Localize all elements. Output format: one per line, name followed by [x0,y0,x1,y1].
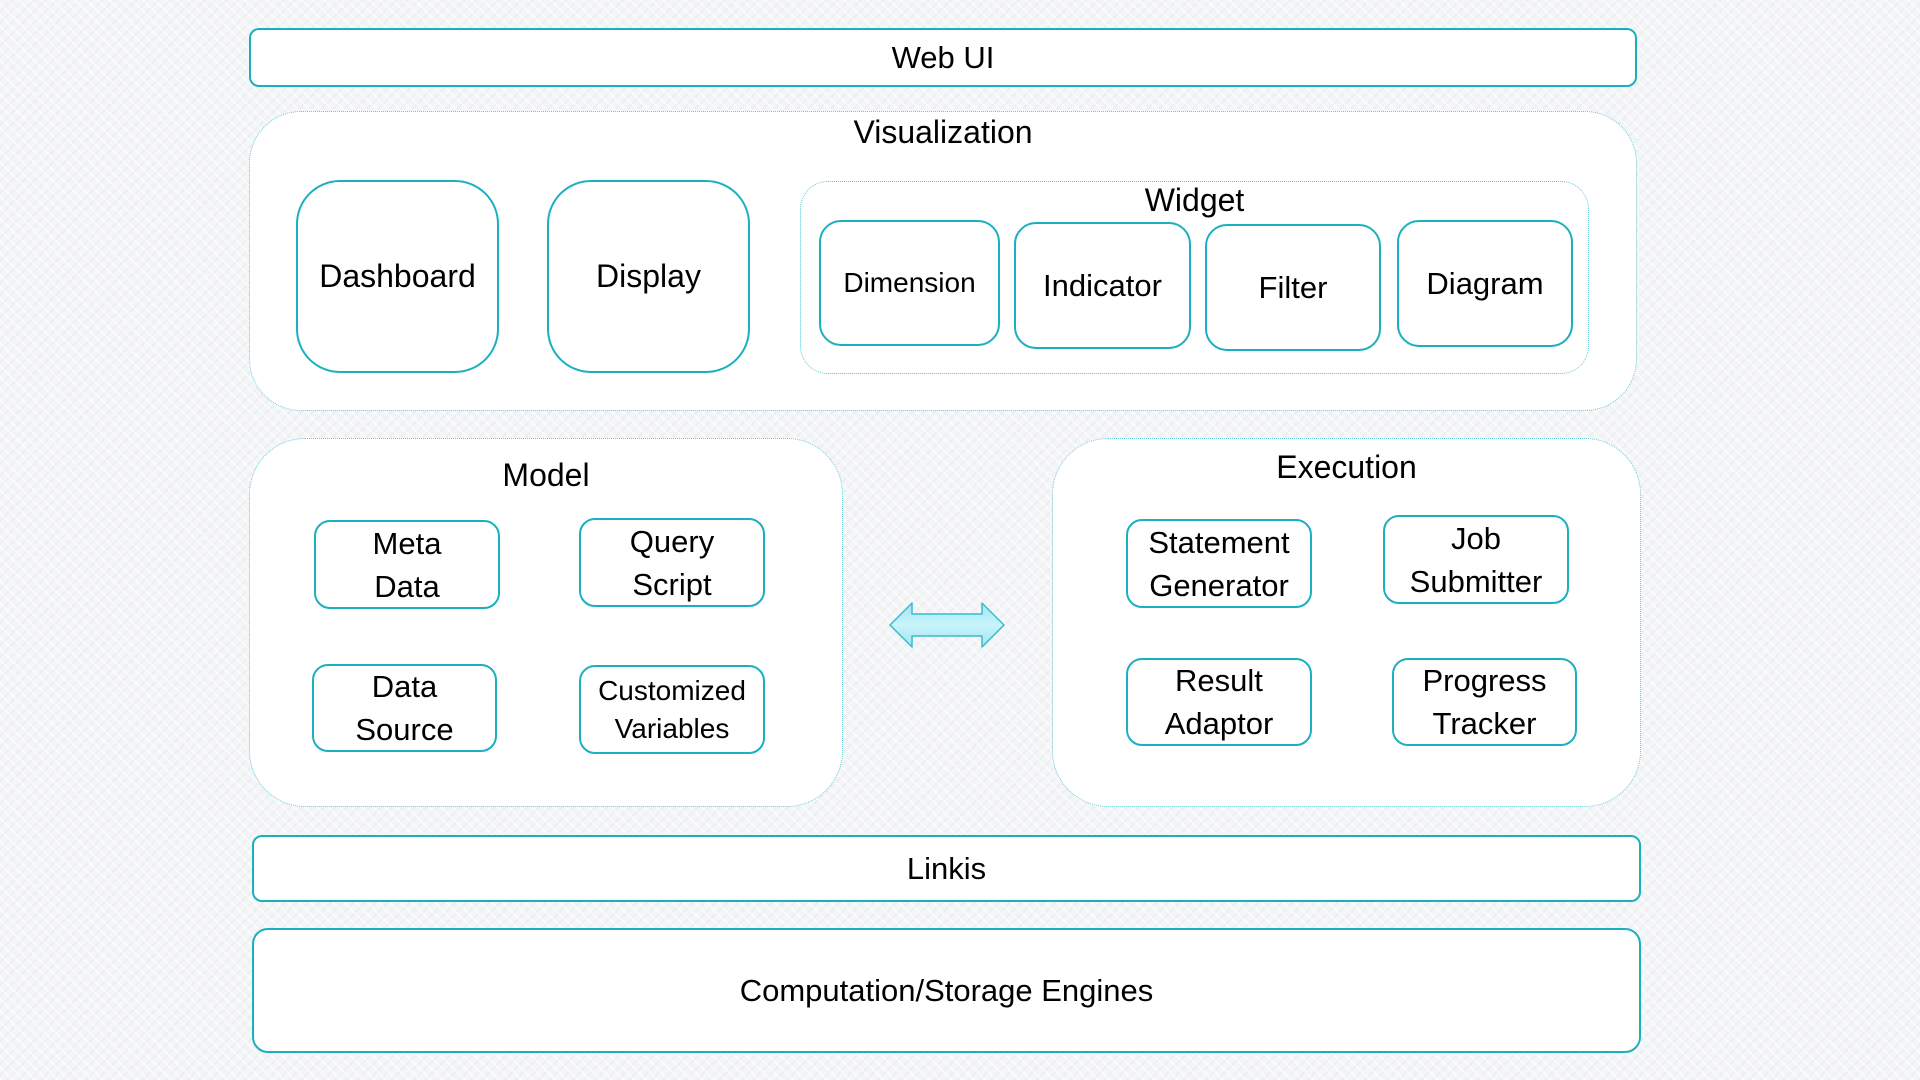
diagram-component: Diagram [1397,220,1573,347]
statement-generator-component: Statement Generator [1126,519,1312,608]
job-submitter-line1: Job [1451,520,1501,556]
indicator-label: Indicator [1043,267,1162,303]
result-adaptor-line2: Adaptor [1164,706,1274,741]
data-source-line2: Source [355,712,454,747]
model-title: Model [502,457,590,493]
dimension-label: Dimension [843,267,976,298]
meta-data-component: Meta Data [314,520,500,609]
result-adaptor-line1: Result [1175,663,1263,698]
dashboard-component: Dashboard [296,180,499,373]
job-submitter-line2: Submitter [1409,563,1543,599]
meta-data-line1: Meta [372,525,442,561]
data-source-line1: Data [371,669,438,704]
result-adaptor-component: Result Adaptor [1126,658,1312,746]
dashboard-label: Dashboard [319,258,476,294]
double-arrow-icon [889,602,1005,648]
statement-generator-line1: Statement [1148,524,1290,560]
query-script-component: Query Script [579,518,765,607]
engines-layer: Computation/Storage Engines [252,928,1641,1053]
display-label: Display [596,258,701,294]
dimension-component: Dimension [819,220,1000,346]
widget-title: Widget [1144,182,1245,218]
customized-variables-line2: Variables [614,712,730,744]
linkis-label: Linkis [906,850,987,886]
customized-variables-line1: Customized [598,674,746,706]
progress-tracker-component: Progress Tracker [1392,658,1577,746]
query-script-line1: Query [629,523,715,559]
visualization-title: Visualization [853,114,1033,150]
web-ui-layer: Web UI [249,28,1637,87]
statement-generator-line2: Generator [1149,567,1289,603]
customized-variables-component: Customized Variables [579,665,765,754]
web-ui-label: Web UI [891,39,995,75]
meta-data-line2: Data [374,568,440,604]
execution-group: Execution [1052,438,1641,807]
filter-label: Filter [1258,269,1328,305]
engines-label: Computation/Storage Engines [739,972,1154,1008]
progress-tracker-line2: Tracker [1432,706,1537,741]
indicator-component: Indicator [1014,222,1191,349]
diagram-label: Diagram [1426,265,1544,301]
execution-title: Execution [1276,449,1417,485]
progress-tracker-line1: Progress [1422,663,1547,698]
query-script-line2: Script [632,566,712,602]
display-component: Display [547,180,750,373]
linkis-layer: Linkis [252,835,1641,902]
data-source-component: Data Source [312,664,497,752]
filter-component: Filter [1205,224,1381,351]
job-submitter-component: Job Submitter [1383,515,1569,604]
